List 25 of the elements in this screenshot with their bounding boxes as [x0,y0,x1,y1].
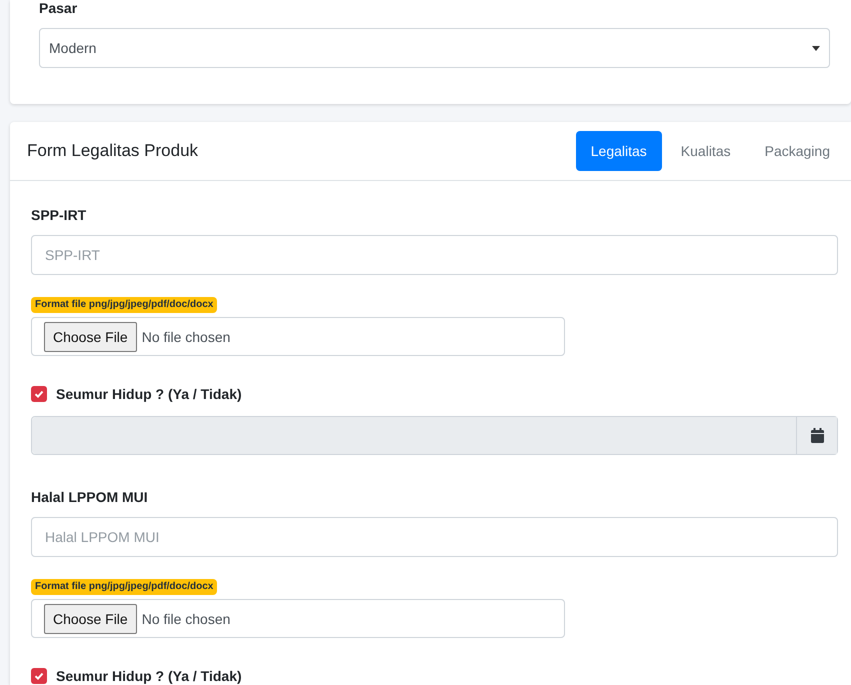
file-format-badge: Format file png/jpg/jpeg/pdf/doc/docx [31,297,218,313]
checkbox-label: Seumur Hidup ? (Ya / Tidak) [56,386,242,402]
market-select[interactable]: Modern [39,28,830,68]
field-label: SPP-IRT [31,207,88,223]
tab[interactable]: Kualitas [666,131,746,171]
choose-file-button[interactable]: Choose File [44,322,137,352]
file-format-badge: Format file png/jpg/jpeg/pdf/doc/docx [31,579,218,595]
checkbox[interactable] [31,386,47,402]
tab[interactable]: Legalitas [576,131,662,171]
text-input-field[interactable]: SPP-IRT [31,235,838,275]
checkmark-icon [34,671,44,681]
checkbox-label: Seumur Hidup ? (Ya / Tidak) [56,668,242,684]
checkmark-icon [34,389,44,399]
file-status: No file chosen [142,328,230,344]
field-label: Halal LPPOM MUI [31,489,149,505]
file-input-field[interactable]: Choose File No file chosen [31,599,565,638]
choose-file-button[interactable]: Choose File [44,604,137,634]
field-label: Pasar [39,0,78,16]
file-status: No file chosen [142,610,230,626]
text-input-field[interactable]: Halal LPPOM MUI [31,517,838,557]
checkbox[interactable] [31,668,47,684]
caret-icon [812,46,820,50]
tab[interactable]: Packaging [750,131,845,171]
card-title: Form Legalitas Produk [27,141,198,161]
file-input-field[interactable]: Choose File No file chosen [31,317,565,356]
